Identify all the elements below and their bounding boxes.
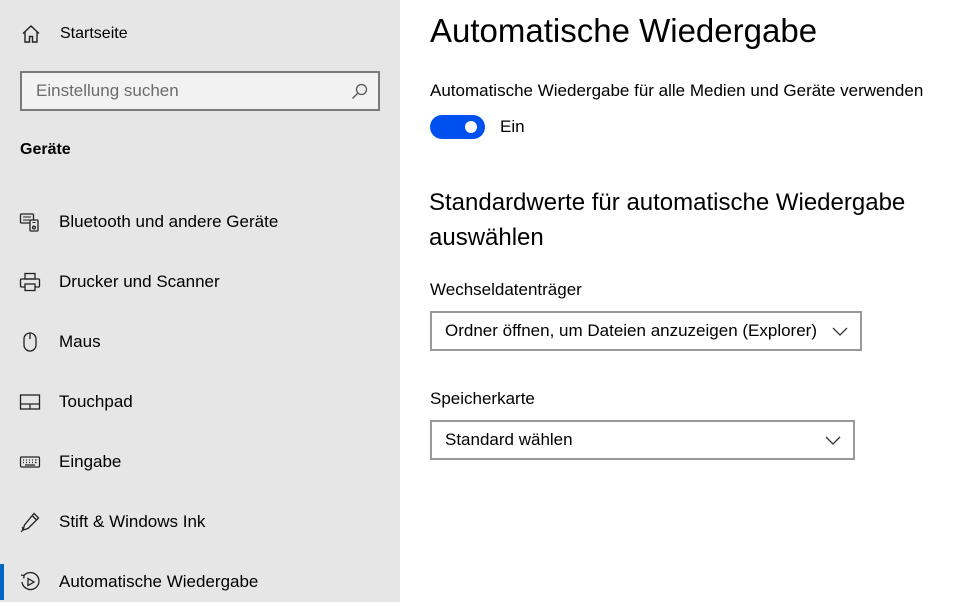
- dropdown-value: Standard wählen: [445, 430, 573, 449]
- sidebar-item-label: Touchpad: [59, 392, 133, 411]
- sidebar-item-mouse[interactable]: Maus: [0, 318, 400, 366]
- sidebar-item-label: Drucker und Scanner: [59, 272, 220, 291]
- touchpad-icon: [19, 391, 41, 413]
- memory-card-dropdown[interactable]: Standard wählen: [430, 420, 855, 460]
- section-title: Geräte: [20, 141, 71, 158]
- mouse-icon: [19, 331, 41, 353]
- nav-home[interactable]: Startseite: [0, 12, 400, 54]
- sidebar-item-pen[interactable]: Stift & Windows Ink: [0, 498, 400, 546]
- printer-icon: [19, 271, 41, 293]
- settings-search-box[interactable]: [20, 71, 380, 111]
- autoplay-icon: [19, 571, 41, 593]
- sidebar-item-autoplay[interactable]: Automatische Wiedergabe: [0, 558, 400, 606]
- removable-drive-label: Wechseldatenträger: [430, 280, 582, 299]
- removable-drive-dropdown[interactable]: Ordner öffnen, um Dateien anzuzeigen (Ex…: [430, 311, 862, 351]
- pen-icon: [19, 511, 41, 533]
- search-input[interactable]: [22, 73, 356, 109]
- sidebar-item-label: Automatische Wiedergabe: [59, 572, 259, 591]
- home-label: Startseite: [60, 25, 128, 42]
- page-title: Automatische Wiedergabe: [430, 12, 818, 49]
- toggle-state-label: Ein: [500, 117, 525, 136]
- sidebar-item-bluetooth[interactable]: Bluetooth und andere Geräte: [0, 198, 400, 246]
- defaults-section-title: Standardwerte für automatische Wiedergab…: [429, 189, 906, 251]
- chevron-down-icon: [832, 324, 848, 338]
- home-icon: [20, 23, 42, 45]
- sidebar-item-touchpad[interactable]: Touchpad: [0, 378, 400, 426]
- sidebar-item-typing[interactable]: Eingabe: [0, 438, 400, 486]
- sidebar-item-label: Bluetooth und andere Geräte: [59, 212, 279, 231]
- autoplay-toggle[interactable]: [430, 115, 485, 139]
- chevron-down-icon: [825, 433, 841, 447]
- sidebar-item-label: Stift & Windows Ink: [59, 512, 206, 531]
- sidebar: Startseite Geräte Bluetooth und andere G…: [0, 0, 400, 602]
- memory-card-label: Speicherkarte: [430, 389, 535, 408]
- autoplay-toggle-label: Automatische Wiedergabe für alle Medien …: [430, 81, 924, 100]
- bluetooth-devices-icon: [19, 211, 41, 233]
- toggle-knob: [465, 121, 477, 133]
- search-icon[interactable]: [351, 83, 368, 100]
- sidebar-item-label: Eingabe: [59, 452, 122, 471]
- sidebar-item-label: Maus: [59, 332, 101, 351]
- dropdown-value: Ordner öffnen, um Dateien anzuzeigen (Ex…: [445, 321, 817, 340]
- sidebar-item-printers[interactable]: Drucker und Scanner: [0, 258, 400, 306]
- keyboard-icon: [19, 451, 41, 473]
